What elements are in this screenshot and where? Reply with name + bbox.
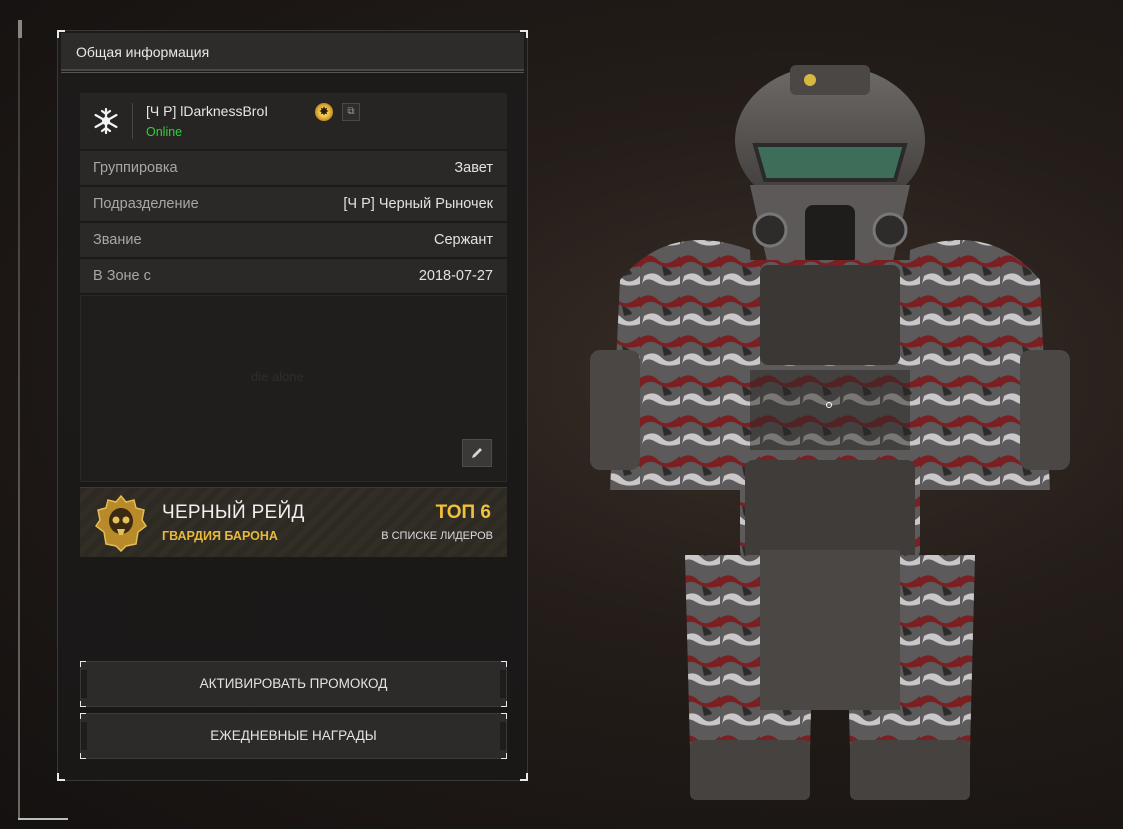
info-label: В Зоне с — [93, 268, 151, 284]
activate-promocode-button[interactable]: АКТИВИРОВАТЬ ПРОМОКОД — [80, 661, 507, 707]
cursor-indicator — [826, 402, 832, 408]
corner-mark — [501, 661, 507, 667]
corner-mark — [80, 753, 86, 759]
corner-mark — [80, 701, 86, 707]
skull-crest-icon — [92, 494, 150, 553]
corner-mark — [80, 713, 86, 719]
info-row-zone-since: В Зоне с 2018-07-27 — [80, 259, 507, 293]
corner-mark — [501, 701, 507, 707]
button-edge — [81, 670, 87, 698]
character-model-viewport[interactable] — [560, 50, 1100, 810]
info-label: Звание — [93, 232, 142, 248]
corner-mark — [57, 773, 65, 781]
player-name: [Ч Р] lDarknessBroI — [146, 103, 269, 119]
bio-text: die alone — [251, 369, 304, 384]
frame-tick — [18, 20, 22, 38]
card-divider — [132, 103, 133, 139]
raid-banner: ЧЕРНЫЙ РЕЙД ГВАРДИЯ БАРОНА ТОП 6 В СПИСК… — [80, 487, 507, 557]
snowflake-icon — [90, 105, 122, 137]
raid-rank-caption: В СПИСКЕ ЛИДЕРОВ — [381, 530, 493, 542]
info-value: Сержант — [433, 232, 493, 248]
corner-mark — [80, 661, 86, 667]
raid-rank: ТОП 6 — [435, 502, 491, 523]
gold-medal-icon: ✸ — [315, 103, 333, 121]
info-value: 2018-07-27 — [418, 268, 493, 284]
edit-bio-button[interactable] — [462, 439, 492, 467]
corner-mark — [501, 713, 507, 719]
character-model — [590, 65, 1070, 800]
daily-rewards-button[interactable]: ЕЖЕДНЕВНЫЕ НАГРАДЫ — [80, 713, 507, 759]
pencil-icon — [472, 448, 482, 458]
corner-mark — [520, 773, 528, 781]
info-label: Группировка — [93, 160, 178, 176]
info-row-division: Подразделение [Ч Р] Черный Рыночек — [80, 187, 507, 221]
online-status: Online — [146, 125, 183, 139]
header-divider — [61, 72, 524, 73]
general-info-panel: Общая информация [Ч Р] lDarknessBroI ✸ ⧉… — [57, 30, 528, 781]
button-label: АКТИВИРОВАТЬ ПРОМОКОД — [199, 676, 388, 691]
button-edge — [81, 722, 87, 750]
info-row-faction: Группировка Завет — [80, 151, 507, 185]
player-card: [Ч Р] lDarknessBroI ✸ ⧉ Online — [80, 93, 507, 149]
button-edge — [500, 722, 506, 750]
button-edge — [500, 670, 506, 698]
corner-mark — [501, 753, 507, 759]
bio-box: die alone — [80, 295, 507, 482]
info-row-rank: Звание Сержант — [80, 223, 507, 257]
info-value: Завет — [454, 160, 493, 176]
frame-line-left — [18, 20, 20, 820]
copy-icon[interactable]: ⧉ — [342, 103, 360, 121]
info-label: Подразделение — [93, 196, 199, 212]
info-value: [Ч Р] Черный Рыночек — [343, 196, 493, 212]
frame-line-bottom — [18, 818, 68, 820]
snowflake-icon-svg — [94, 107, 118, 135]
raid-title: ЧЕРНЫЙ РЕЙД — [162, 502, 305, 523]
panel-title: Общая информация — [61, 33, 524, 71]
raid-subtitle: ГВАРДИЯ БАРОНА — [162, 529, 278, 543]
button-label: ЕЖЕДНЕВНЫЕ НАГРАДЫ — [210, 728, 377, 743]
